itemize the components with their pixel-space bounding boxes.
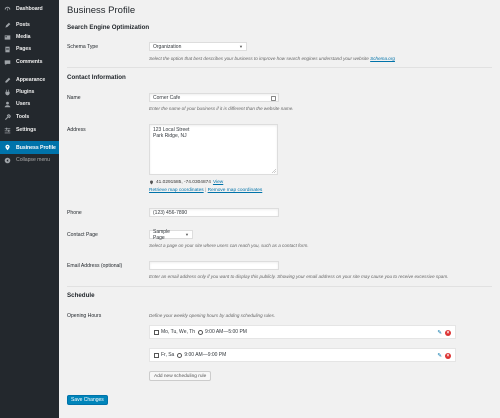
contact-page-label: Contact Page bbox=[67, 232, 98, 238]
sidebar-item-dashboard[interactable]: Dashboard bbox=[0, 3, 59, 15]
sidebar-collapse-menu[interactable]: Collapse menu bbox=[0, 154, 59, 166]
map-pin-icon bbox=[150, 180, 153, 185]
delete-rule-icon[interactable]: × bbox=[445, 329, 451, 336]
sidebar-item-label: Collapse menu bbox=[16, 157, 50, 163]
sidebar-item-label: Appearance bbox=[16, 77, 46, 83]
admin-sidebar: Dashboard Posts Media Pages Comments App… bbox=[0, 0, 63, 418]
contact-card-icon bbox=[271, 95, 276, 101]
contact-page-value: Sample Page bbox=[153, 228, 170, 241]
rule-hours: 9:00 AM—9:00 PM bbox=[184, 352, 227, 358]
calendar-icon bbox=[154, 329, 159, 335]
address-label: Address bbox=[67, 127, 86, 133]
section-title-schedule: Schedule bbox=[67, 292, 95, 299]
contact-page-select[interactable]: Sample Page ▼ bbox=[149, 228, 193, 241]
media-icon bbox=[4, 34, 11, 41]
comments-icon bbox=[4, 59, 11, 66]
delete-rule-icon[interactable]: × bbox=[445, 352, 451, 359]
contact-page-description: Select a page on your site where users c… bbox=[149, 243, 309, 248]
resize-handle-icon[interactable] bbox=[272, 169, 276, 173]
opening-hours-description: Define your weekly opening hours by addi… bbox=[149, 313, 276, 318]
pages-icon bbox=[4, 46, 11, 53]
edit-rule-icon[interactable]: ✎ bbox=[437, 353, 442, 359]
coordinates-value: 41.0291585, -74.0304874 bbox=[156, 180, 211, 185]
name-label: Name bbox=[67, 95, 81, 101]
scheduling-rule[interactable]: Mo, Tu, We, Th 9:00 AM—5:00 PM ✎ × bbox=[149, 325, 456, 339]
posts-icon bbox=[4, 22, 11, 29]
chevron-down-icon: ▼ bbox=[239, 44, 243, 49]
plugins-icon bbox=[4, 89, 11, 96]
schema-type-label: Schema Type bbox=[67, 44, 99, 50]
sidebar-item-label: Users bbox=[16, 101, 31, 107]
section-title-seo: Search Engine Optimization bbox=[67, 24, 150, 31]
sidebar-item-tools[interactable]: Tools bbox=[0, 111, 59, 123]
sidebar-item-label: Settings bbox=[16, 127, 37, 133]
sidebar-item-label: Business Profile bbox=[16, 144, 56, 151]
rule-days: Mo, Tu, We, Th bbox=[161, 329, 195, 335]
view-map-link[interactable]: View bbox=[213, 180, 223, 185]
users-icon bbox=[4, 101, 11, 108]
name-input[interactable]: Corner Cafe bbox=[149, 93, 279, 102]
main-content: Business Profile Search Engine Optimizat… bbox=[59, 0, 500, 418]
schema-type-select[interactable]: Organization ▼ bbox=[149, 42, 247, 51]
map-links: Retrieve map coordinates | Remove map co… bbox=[149, 188, 262, 193]
email-label: Email Address (optional) bbox=[67, 263, 123, 269]
schema-type-value: Organization bbox=[153, 43, 182, 50]
sidebar-item-label: Plugins bbox=[16, 89, 35, 95]
phone-label: Phone bbox=[67, 210, 82, 216]
sidebar-item-plugins[interactable]: Plugins bbox=[0, 86, 59, 98]
sidebar-item-users[interactable]: Users bbox=[0, 98, 59, 110]
section-divider bbox=[67, 286, 492, 287]
calendar-icon bbox=[154, 352, 159, 358]
sidebar-item-label: Media bbox=[16, 34, 31, 40]
schema-org-link[interactable]: Schema.org bbox=[370, 56, 395, 61]
retrieve-coordinates-link[interactable]: Retrieve map coordinates bbox=[149, 188, 204, 193]
rule-hours: 9:00 AM—5:00 PM bbox=[205, 329, 247, 335]
sidebar-item-label: Dashboard bbox=[16, 6, 43, 12]
chevron-down-icon: ▼ bbox=[185, 232, 189, 237]
collapse-icon bbox=[4, 157, 11, 164]
dashboard-icon bbox=[4, 6, 11, 13]
rule-days: Fr, Sa bbox=[161, 352, 175, 358]
settings-icon bbox=[4, 127, 11, 134]
address-line-2: Park Ridge, NJ bbox=[153, 133, 187, 140]
remove-coordinates-link[interactable]: Remove map coordinates bbox=[208, 188, 263, 193]
email-description: Enter an email address only if you want … bbox=[149, 274, 449, 279]
sidebar-item-appearance[interactable]: Appearance bbox=[0, 74, 59, 86]
section-title-contact: Contact Information bbox=[67, 74, 126, 81]
sidebar-item-comments[interactable]: Comments bbox=[0, 56, 59, 68]
phone-input[interactable]: (123) 456-7890 bbox=[149, 208, 279, 217]
sidebar-item-settings[interactable]: Settings bbox=[0, 124, 59, 136]
edit-rule-icon[interactable]: ✎ bbox=[437, 330, 442, 336]
appearance-icon bbox=[4, 77, 11, 84]
save-changes-button[interactable]: Save Changes bbox=[67, 395, 108, 405]
sidebar-item-label: Tools bbox=[16, 114, 30, 120]
clock-icon bbox=[177, 352, 183, 358]
sidebar-item-label: Posts bbox=[16, 22, 30, 28]
tools-icon bbox=[4, 113, 11, 121]
sidebar-item-business-profile[interactable]: Business Profile bbox=[0, 141, 63, 154]
clock-icon bbox=[198, 329, 203, 335]
section-divider bbox=[67, 67, 492, 68]
opening-hours-label: Opening Hours bbox=[67, 313, 102, 319]
page-title: Business Profile bbox=[67, 5, 136, 16]
schema-type-description: Select the option that best describes yo… bbox=[149, 56, 395, 61]
sidebar-item-media[interactable]: Media bbox=[0, 31, 59, 43]
phone-input-value: (123) 456-7890 bbox=[153, 209, 188, 216]
email-input[interactable] bbox=[149, 261, 279, 270]
add-scheduling-rule-button[interactable]: Add new scheduling rule bbox=[149, 371, 212, 381]
name-input-value: Corner Cafe bbox=[153, 94, 181, 101]
sidebar-item-posts[interactable]: Posts bbox=[0, 19, 59, 31]
name-description: Enter the name of your business if it is… bbox=[149, 106, 294, 111]
map-coordinates: 41.0291585, -74.0304874 View bbox=[149, 180, 223, 185]
location-icon bbox=[4, 144, 11, 151]
scheduling-rule[interactable]: Fr, Sa 9:00 AM—9:00 PM ✎ × bbox=[149, 348, 456, 362]
link-separator: | bbox=[205, 188, 207, 193]
sidebar-item-pages[interactable]: Pages bbox=[0, 43, 59, 55]
address-textarea[interactable]: 123 Local Street Park Ridge, NJ bbox=[149, 124, 278, 175]
sidebar-item-label: Pages bbox=[16, 46, 32, 52]
sidebar-item-label: Comments bbox=[16, 59, 43, 65]
